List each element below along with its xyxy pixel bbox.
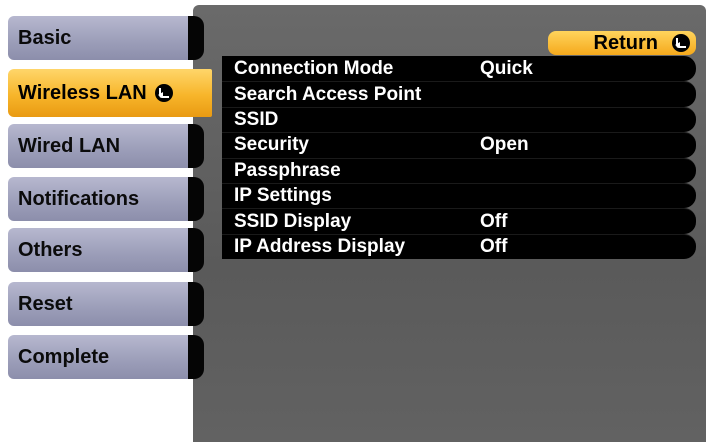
row-label: Search Access Point: [234, 83, 422, 105]
tab-connector: [188, 335, 204, 379]
row-value: Open: [480, 134, 529, 156]
tab-wireless-lan[interactable]: Wireless LAN: [8, 69, 212, 117]
tab-label: Complete: [18, 345, 110, 368]
row-label: SSID Display: [234, 210, 352, 232]
tab-wired-lan[interactable]: Wired LAN: [8, 124, 193, 168]
row-label: IP Settings: [234, 185, 332, 207]
row-label: SSID: [234, 108, 279, 130]
menu-row-connection-mode[interactable]: Connection Mode Quick: [222, 56, 696, 82]
tab-connector: [188, 177, 204, 221]
settings-menu: Connection Mode Quick Search Access Poin…: [222, 56, 696, 260]
menu-row-passphrase[interactable]: Passphrase: [222, 157, 696, 183]
row-value: Off: [480, 210, 508, 232]
row-label: Security: [234, 134, 309, 156]
menu-row-ip-address-display[interactable]: IP Address Display Off: [222, 233, 696, 260]
row-label: Passphrase: [234, 159, 341, 181]
tab-connector: [188, 282, 204, 326]
enter-icon: [154, 84, 173, 102]
tab-others[interactable]: Others: [8, 228, 193, 272]
return-label: Return: [593, 31, 658, 54]
menu-row-security[interactable]: Security Open: [222, 132, 696, 158]
menu-row-search-access-point[interactable]: Search Access Point: [222, 81, 696, 107]
menu-row-ssid[interactable]: SSID: [222, 106, 696, 133]
tab-basic[interactable]: Basic: [8, 16, 193, 60]
return-button[interactable]: Return: [548, 31, 696, 55]
row-value: Quick: [480, 57, 533, 79]
tab-label: Wireless LAN: [18, 81, 147, 104]
row-label: IP Address Display: [234, 235, 406, 257]
tab-label: Others: [18, 238, 83, 261]
tab-complete[interactable]: Complete: [8, 335, 193, 379]
tab-label: Notifications: [18, 187, 140, 210]
enter-icon: [672, 34, 690, 52]
tab-connector: [188, 124, 204, 168]
tab-notifications[interactable]: Notifications: [8, 177, 193, 221]
tab-label: Wired LAN: [18, 134, 121, 157]
tab-connector: [188, 16, 204, 60]
row-value: Off: [480, 235, 508, 257]
menu-row-ssid-display[interactable]: SSID Display Off: [222, 208, 696, 234]
row-label: Connection Mode: [234, 57, 394, 79]
tab-connector: [188, 228, 204, 272]
tab-reset[interactable]: Reset: [8, 282, 193, 326]
tab-label: Basic: [18, 26, 72, 49]
tab-label: Reset: [18, 292, 73, 315]
menu-row-ip-settings[interactable]: IP Settings: [222, 182, 696, 209]
